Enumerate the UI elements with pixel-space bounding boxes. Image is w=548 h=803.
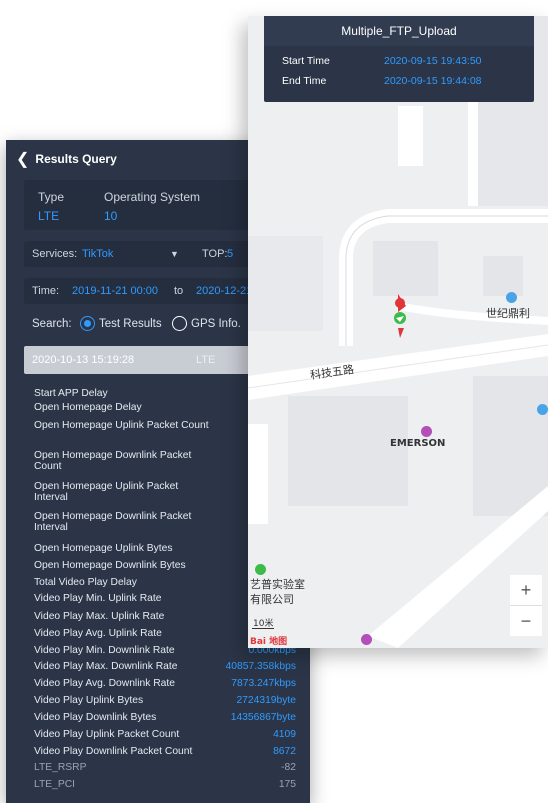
start-time-label: Start Time xyxy=(282,55,330,67)
radio-test-results-label[interactable]: Test Results xyxy=(99,318,162,330)
start-time-value: 2020-09-15 19:43:50 xyxy=(384,55,482,67)
time-end[interactable]: 2020-12-21 xyxy=(196,285,252,297)
poi-icon[interactable] xyxy=(421,426,432,437)
zoom-in-button[interactable]: + xyxy=(510,575,542,606)
zoom-out-button[interactable]: − xyxy=(510,606,542,636)
metric-name: Open Homepage Uplink Packet Interval xyxy=(34,481,179,503)
metric-name: Open Homepage Delay xyxy=(34,402,142,413)
radio-test-results[interactable] xyxy=(80,316,95,331)
metric-value: 175 xyxy=(278,779,296,790)
result-tag: LTE xyxy=(196,354,216,366)
metric-name: Video Play Downlink Packet Count xyxy=(34,746,193,757)
metric-name: LTE_RSRP xyxy=(34,762,87,773)
page-title: Results Query xyxy=(35,152,117,166)
type-value: LTE xyxy=(38,209,60,223)
metric-row: Video Play Max. Downlink Rate 40857.358kb… xyxy=(34,661,296,672)
map-label-lab2: 有限公司 xyxy=(250,593,294,606)
search-label: Search: xyxy=(32,318,72,330)
metric-row: Video Play Downlink Packet Count 8672 xyxy=(34,746,296,757)
metric-value: 2724319byte xyxy=(236,695,296,706)
result-date: 2020-10-13 15:19:28 xyxy=(32,354,135,366)
metric-name: Video Play Min. Downlink Rate xyxy=(34,645,175,656)
metric-row: LTE_PCI 175 xyxy=(34,779,296,790)
services-select[interactable]: TikTok xyxy=(82,248,113,260)
caret-down-icon[interactable]: ▼ xyxy=(170,249,179,259)
metric-name: Start APP Delay xyxy=(34,388,108,399)
metric-name: Open Homepage Uplink Bytes xyxy=(34,543,173,554)
marker-red xyxy=(395,298,405,308)
metric-name: Video Play Min. Uplink Rate xyxy=(34,593,162,604)
time-start[interactable]: 2019-11-21 00:00 xyxy=(72,285,158,297)
poi-icon[interactable] xyxy=(361,634,372,645)
end-time-label: End Time xyxy=(282,75,327,87)
top-value[interactable]: 5 xyxy=(227,248,233,260)
metric-name: Video Play Downlink Bytes xyxy=(34,712,157,723)
map-label-emerson: EMERSON xyxy=(390,438,446,449)
metric-value: 8672 xyxy=(273,746,296,757)
metric-row: Video Play Downlink Bytes 14356867byte xyxy=(34,712,296,723)
top-label: TOP: xyxy=(202,248,228,260)
metric-name: Video Play Uplink Packet Count xyxy=(34,729,180,740)
ftp-title: Multiple_FTP_Upload xyxy=(264,16,534,46)
map-canvas[interactable] xyxy=(248,16,548,648)
radio-gps-info-label[interactable]: GPS Info. xyxy=(191,318,241,330)
map-label-lab1: 艺普实验室 xyxy=(250,578,305,591)
metric-name: LTE_PCI xyxy=(34,779,76,790)
map-label-shijidingli: 世纪鼎利 xyxy=(486,307,530,320)
metric-name: Video Play Avg. Downlink Rate xyxy=(34,678,175,689)
services-label: Services: xyxy=(32,248,78,260)
metric-name: Open Homepage Uplink Packet Count xyxy=(34,420,209,431)
metric-value: 4109 xyxy=(273,729,296,740)
poi-icon[interactable] xyxy=(537,404,548,415)
poi-icon[interactable] xyxy=(255,564,266,575)
metric-name: Open Homepage Downlink Packet Count xyxy=(34,450,192,472)
baidu-logo: Bai 地图 xyxy=(250,637,288,647)
metric-value: 40857.358kbps xyxy=(225,661,296,672)
end-time-value: 2020-09-15 19:44:08 xyxy=(384,75,482,87)
metric-value: -82 xyxy=(281,762,296,773)
poi-icon[interactable] xyxy=(506,292,517,303)
metric-row: Video Play Avg. Downlink Rate 7873.247kbp… xyxy=(34,678,296,689)
metric-row: Video Play Uplink Packet Count 4109 xyxy=(34,729,296,740)
metric-name: Video Play Uplink Bytes xyxy=(34,695,144,706)
metric-name: Video Play Max. Downlink Rate xyxy=(34,661,178,672)
scale-bar xyxy=(252,628,274,629)
metric-name: Video Play Max. Uplink Rate xyxy=(34,611,165,622)
metric-value: 14356867byte xyxy=(230,712,296,723)
os-label: Operating System xyxy=(104,190,201,204)
os-value: 10 xyxy=(104,209,118,223)
metric-name: Video Play Avg. Uplink Rate xyxy=(34,628,162,639)
chevron-left-icon[interactable]: ❮ xyxy=(16,149,29,169)
metric-row: Video Play Uplink Bytes 2724319byte xyxy=(34,695,296,706)
metric-name: Open Homepage Downlink Packet Interval xyxy=(34,511,192,533)
metric-value: 7873.247kbps xyxy=(231,678,296,689)
ftp-info-card: Multiple_FTP_Upload Start Time 2020-09-1… xyxy=(264,16,534,102)
map-panel: Multiple_FTP_Upload Start Time 2020-09-1… xyxy=(248,16,548,648)
metric-row: LTE_RSRP -82 xyxy=(34,762,296,773)
type-label: Type xyxy=(38,190,65,204)
metric-name: Total Video Play Delay xyxy=(34,577,137,588)
time-to: to xyxy=(174,285,184,297)
metric-name: Open Homepage Downlink Bytes xyxy=(34,560,186,571)
time-label: Time: xyxy=(32,285,60,297)
radio-gps-info[interactable] xyxy=(172,316,187,331)
